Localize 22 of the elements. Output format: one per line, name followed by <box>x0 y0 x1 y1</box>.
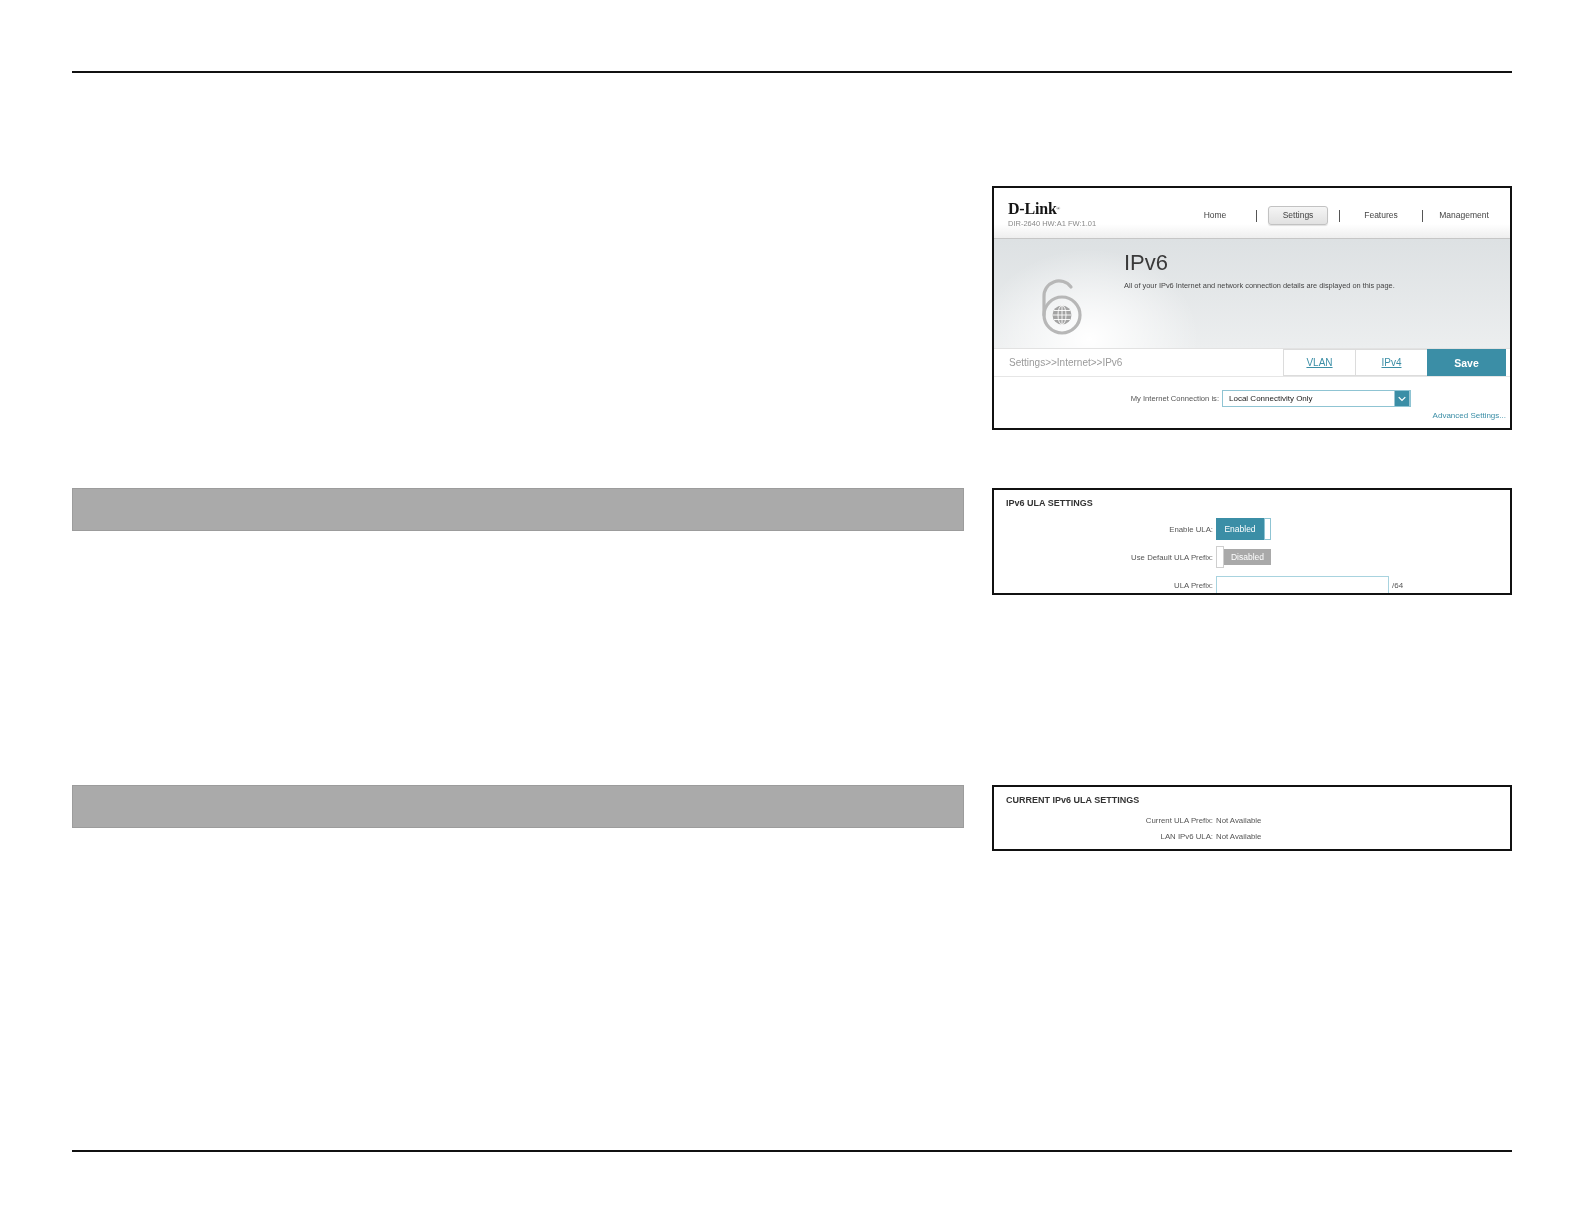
sub-page-link[interactable]: VLAN <box>1283 349 1355 376</box>
advanced-settings-link[interactable]: Advanced Settings... <box>1432 411 1506 421</box>
toggle-switch[interactable]: Enabled <box>1216 518 1271 540</box>
section-title: CURRENT IPv6 ULA SETTINGS <box>1006 794 1141 806</box>
section-title: IPv6 ULA SETTINGS <box>1006 497 1094 509</box>
sub-page-link[interactable]: IPv4 <box>1355 349 1427 376</box>
page-title: IPv6 <box>1124 252 1170 274</box>
lock-globe-icon <box>1040 277 1084 335</box>
brand-logo: D-Link$^{®}$ <box>1008 201 1061 217</box>
toggle-handle[interactable] <box>1216 546 1224 568</box>
nav-tab[interactable]: Management <box>1439 210 1489 221</box>
nav-tab[interactable]: Settings <box>1267 206 1329 225</box>
toggle-switch[interactable]: Disabled <box>1216 546 1271 568</box>
dropdown-select[interactable]: Local Connectivity Only <box>1222 390 1411 407</box>
breadcrumb: Settings>>Internet>>IPv6 <box>1009 357 1123 368</box>
save-button[interactable]: Save <box>1427 349 1506 376</box>
text-input[interactable] <box>1216 575 1389 593</box>
toggle-handle[interactable] <box>1264 518 1271 540</box>
chevron-down-icon <box>1394 391 1410 406</box>
nav-tab[interactable]: Features <box>1364 210 1398 221</box>
nav-tab[interactable]: Home <box>1203 210 1227 221</box>
field-suffix: /64 <box>1392 580 1404 590</box>
